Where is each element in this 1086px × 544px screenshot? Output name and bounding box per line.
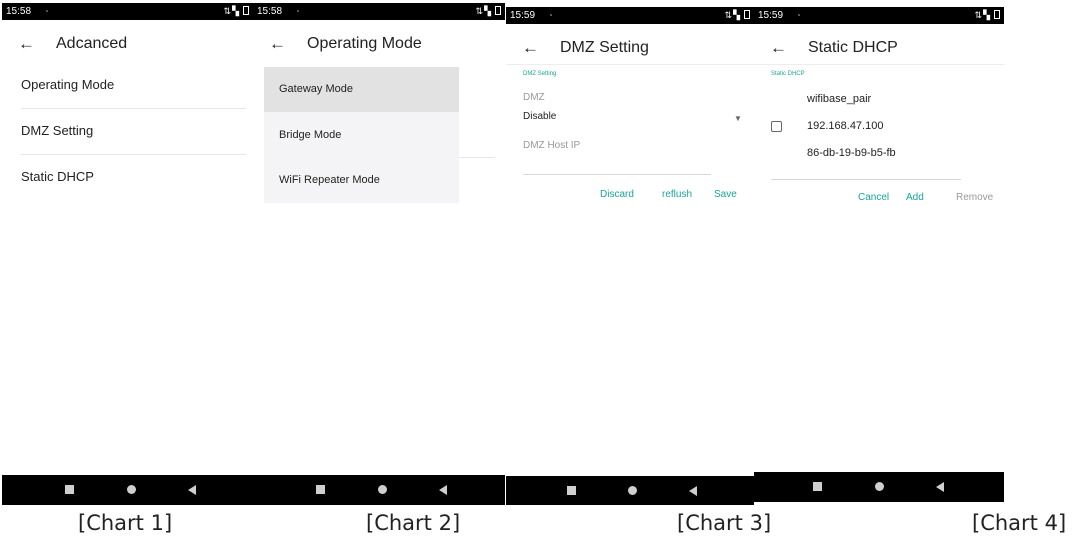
status-time: 15:59	[758, 10, 784, 21]
status-icons: ⇅▚	[224, 3, 249, 20]
discard-button[interactable]: Discard	[600, 189, 634, 200]
reflush-button[interactable]: reflush	[662, 189, 692, 200]
status-time: 15:58	[6, 6, 32, 17]
section-caption: DMZ Setting	[523, 71, 557, 77]
divider	[506, 64, 754, 65]
wifi-status-icon: ◔	[547, 11, 553, 20]
dmz-label: DMZ	[523, 92, 545, 103]
status-bar: 15:58 ◔ ⇅▚	[2, 3, 253, 20]
dhcp-entry-name: wifibase_pair	[807, 93, 872, 105]
caption-3: [Chart 3]	[677, 511, 772, 535]
page-title: DMZ Setting	[560, 39, 649, 56]
dmz-host-ip-input[interactable]: DMZ Host IP	[523, 140, 580, 151]
dhcp-entry-mac: 86-db-19-b9-b5-fb	[807, 147, 896, 159]
wifi-status-icon: ◔	[43, 7, 49, 16]
status-icons: ⇅▚	[975, 7, 1000, 24]
caption-4: [Chart 4]	[972, 511, 1067, 535]
home-circle-icon[interactable]	[628, 486, 637, 495]
home-circle-icon[interactable]	[127, 485, 136, 494]
arrow-left-icon[interactable]: ←	[522, 38, 539, 58]
recents-square-icon[interactable]	[567, 486, 576, 495]
divider	[754, 64, 1004, 65]
arrow-left-icon[interactable]: ←	[18, 34, 35, 54]
home-circle-icon[interactable]	[378, 485, 387, 494]
battery-icon	[994, 10, 1000, 19]
section-caption: Static DHCP	[771, 71, 805, 77]
option-gateway-mode[interactable]: Gateway Mode	[264, 67, 459, 112]
nav-bar	[754, 472, 1004, 502]
page-title: Adcanced	[56, 35, 128, 52]
page-title: Operating Mode	[307, 35, 422, 52]
mode-options-menu: Gateway Mode Bridge Mode WiFi Repeater M…	[264, 67, 459, 203]
input-underline	[523, 174, 711, 175]
nav-bar	[2, 475, 253, 505]
page-title: Static DHCP	[808, 39, 898, 56]
back-triangle-icon[interactable]	[936, 482, 944, 492]
recents-square-icon[interactable]	[65, 485, 74, 494]
nav-bar	[506, 476, 754, 505]
back-triangle-icon[interactable]	[689, 486, 697, 496]
caption-1: [Chart 1]	[78, 511, 173, 535]
battery-icon	[495, 6, 501, 15]
wifi-status-icon: ◔	[294, 7, 300, 16]
dhcp-entry-ip: 192.168.47.100	[807, 120, 884, 132]
option-bridge-mode[interactable]: Bridge Mode	[264, 113, 459, 158]
screen-operating-mode: 15:58 ◔ ⇅▚ ← Operating Mode Gateway Mode…	[253, 3, 505, 505]
battery-icon	[744, 10, 750, 19]
screen-advanced: 15:58 ◔ ⇅▚ ← Adcanced Operating Mode DMZ…	[2, 3, 253, 505]
remove-button[interactable]: Remove	[956, 192, 993, 203]
caret-down-icon[interactable]: ▼	[734, 114, 742, 123]
battery-icon	[243, 6, 249, 15]
status-bar: 15:58 ◔ ⇅▚	[253, 3, 505, 20]
menu-item-static-dhcp[interactable]: Static DHCP	[2, 154, 242, 200]
save-button[interactable]: Save	[714, 189, 737, 200]
caption-2: [Chart 2]	[366, 511, 461, 535]
status-bar: 15:59 ◔ ⇅▚	[754, 7, 1004, 24]
back-triangle-icon[interactable]	[439, 485, 447, 495]
dhcp-entry-checkbox[interactable]	[771, 121, 782, 132]
wifi-status-icon: ◔	[795, 11, 801, 20]
status-time: 15:59	[510, 10, 536, 21]
nav-bar	[253, 475, 505, 505]
menu-item-dmz-setting[interactable]: DMZ Setting	[2, 108, 242, 154]
arrow-left-icon[interactable]: ←	[269, 34, 286, 54]
app-bar: ← Adcanced	[2, 20, 253, 68]
status-time: 15:58	[257, 6, 283, 17]
dmz-select-value[interactable]: Disable	[523, 111, 556, 122]
recents-square-icon[interactable]	[813, 482, 822, 491]
option-wifi-repeater-mode[interactable]: WiFi Repeater Mode	[264, 158, 459, 203]
back-triangle-icon[interactable]	[188, 485, 196, 495]
screen-static-dhcp: 15:59 ◔ ⇅▚ ← Static DHCP Static DHCP wif…	[754, 7, 1004, 505]
entry-underline	[771, 179, 961, 180]
screen-dmz-setting: 15:59 ◔ ⇅▚ ← DMZ Setting DMZ Setting DMZ…	[506, 7, 754, 505]
app-bar: ← Operating Mode	[253, 20, 505, 68]
status-icons: ⇅▚	[725, 7, 750, 24]
status-icons: ⇅▚	[476, 3, 501, 20]
arrow-left-icon[interactable]: ←	[770, 38, 787, 58]
cancel-button[interactable]: Cancel	[858, 192, 889, 203]
status-bar: 15:59 ◔ ⇅▚	[506, 7, 754, 24]
menu-item-operating-mode[interactable]: Operating Mode	[2, 62, 242, 108]
add-button[interactable]: Add	[906, 192, 924, 203]
divider	[459, 157, 495, 158]
recents-square-icon[interactable]	[316, 485, 325, 494]
home-circle-icon[interactable]	[875, 482, 884, 491]
